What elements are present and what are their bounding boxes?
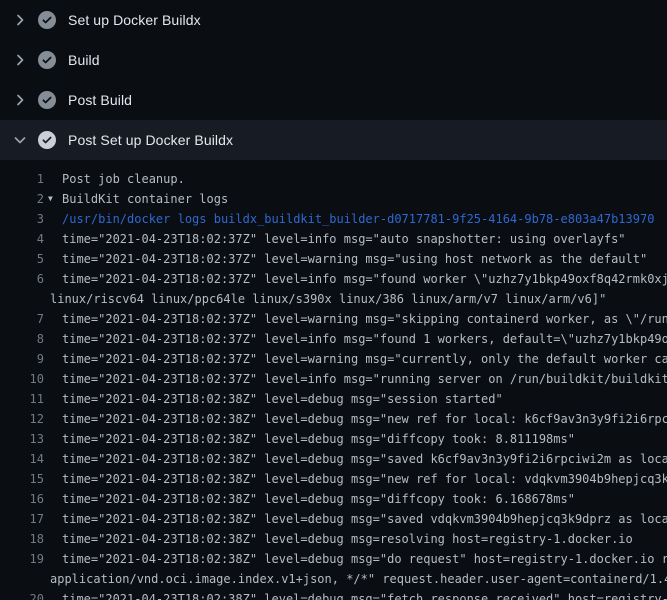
check-circle-icon bbox=[38, 11, 56, 29]
step-label: Post Build bbox=[68, 92, 132, 108]
line-number[interactable]: 12 bbox=[0, 412, 44, 426]
log-row: 4 time="2021-04-23T18:02:37Z" level=info … bbox=[0, 229, 667, 249]
check-circle-icon bbox=[38, 131, 56, 149]
log-row: 8 time="2021-04-23T18:02:37Z" level=info … bbox=[0, 329, 667, 349]
step-label: Post Set up Docker Buildx bbox=[68, 132, 233, 148]
log-text: time="2021-04-23T18:02:37Z" level=warnin… bbox=[62, 312, 667, 326]
step-header-post-build[interactable]: Post Build bbox=[0, 80, 667, 120]
line-number[interactable]: 5 bbox=[0, 252, 44, 266]
log-text: time="2021-04-23T18:02:37Z" level=info m… bbox=[62, 232, 626, 246]
chevron-right-icon bbox=[12, 12, 28, 28]
line-number[interactable]: 7 bbox=[0, 312, 44, 326]
log-group-title[interactable]: BuildKit container logs bbox=[62, 192, 228, 206]
log-row: 10 time="2021-04-23T18:02:37Z" level=info… bbox=[0, 369, 667, 389]
log-text: time="2021-04-23T18:02:38Z" level=debug … bbox=[62, 512, 667, 526]
log-row: 9 time="2021-04-23T18:02:37Z" level=warni… bbox=[0, 349, 667, 369]
collapse-triangle-icon[interactable]: ▼ bbox=[48, 195, 53, 203]
log-row: 7 time="2021-04-23T18:02:37Z" level=warni… bbox=[0, 309, 667, 329]
line-number[interactable]: 4 bbox=[0, 232, 44, 246]
check-circle-icon bbox=[38, 91, 56, 109]
line-number[interactable]: 17 bbox=[0, 512, 44, 526]
log-text: time="2021-04-23T18:02:38Z" level=debug … bbox=[62, 412, 667, 426]
log-row: 13 time="2021-04-23T18:02:38Z" level=debu… bbox=[0, 429, 667, 449]
line-number[interactable]: 15 bbox=[0, 472, 44, 486]
log-text: time="2021-04-23T18:02:38Z" level=debug … bbox=[62, 392, 503, 406]
line-number[interactable]: 8 bbox=[0, 332, 44, 346]
step-label: Set up Docker Buildx bbox=[68, 12, 201, 28]
step-label: Build bbox=[68, 52, 100, 68]
log-row: 15 time="2021-04-23T18:02:38Z" level=debu… bbox=[0, 469, 667, 489]
log-row: 18 time="2021-04-23T18:02:38Z" level=debu… bbox=[0, 529, 667, 549]
line-number[interactable]: 13 bbox=[0, 432, 44, 446]
line-number[interactable]: 18 bbox=[0, 532, 44, 546]
log-text: time="2021-04-23T18:02:38Z" level=debug … bbox=[62, 552, 667, 566]
line-number[interactable]: 10 bbox=[0, 372, 44, 386]
log-row: 2 ▼ BuildKit container logs bbox=[0, 189, 667, 209]
line-number[interactable]: 2 bbox=[0, 192, 44, 206]
log-row: 1 Post job cleanup. bbox=[0, 169, 667, 189]
log-text: Post job cleanup. bbox=[62, 172, 185, 186]
line-number[interactable]: 14 bbox=[0, 452, 44, 466]
log-text: time="2021-04-23T18:02:38Z" level=debug … bbox=[62, 532, 633, 546]
chevron-down-icon bbox=[12, 132, 28, 148]
check-circle-icon bbox=[38, 51, 56, 69]
log-row: linux/riscv64 linux/ppc64le linux/s390x … bbox=[0, 289, 667, 309]
command-text: /usr/bin/docker logs buildx_buildkit_bui… bbox=[62, 212, 654, 226]
log-text: time="2021-04-23T18:02:37Z" level=warnin… bbox=[62, 352, 667, 366]
log-row: application/vnd.oci.image.index.v1+json,… bbox=[0, 569, 667, 589]
steps-list: Set up Docker Buildx Build Post Build Post … bbox=[0, 0, 667, 160]
log-text: time="2021-04-23T18:02:38Z" level=debug … bbox=[62, 492, 575, 506]
log-row: 3/usr/bin/docker logs buildx_buildkit_bu… bbox=[0, 209, 667, 229]
log-row: 17 time="2021-04-23T18:02:38Z" level=debu… bbox=[0, 509, 667, 529]
log-text: time="2021-04-23T18:02:38Z" level=debug … bbox=[62, 452, 667, 466]
log-text: time="2021-04-23T18:02:37Z" level=info m… bbox=[62, 372, 667, 386]
line-number[interactable]: 19 bbox=[0, 552, 44, 566]
log-row: 12 time="2021-04-23T18:02:38Z" level=debu… bbox=[0, 409, 667, 429]
chevron-right-icon bbox=[12, 52, 28, 68]
log-text: time="2021-04-23T18:02:37Z" level=warnin… bbox=[62, 252, 647, 266]
log-row: 6 time="2021-04-23T18:02:37Z" level=info … bbox=[0, 269, 667, 289]
step-header-build[interactable]: Build bbox=[0, 40, 667, 80]
log-text: application/vnd.oci.image.index.v1+json,… bbox=[50, 572, 667, 586]
log-row: 16 time="2021-04-23T18:02:38Z" level=debu… bbox=[0, 489, 667, 509]
log-text: time="2021-04-23T18:02:37Z" level=info m… bbox=[62, 332, 667, 346]
chevron-right-icon bbox=[12, 92, 28, 108]
log-text: time="2021-04-23T18:02:37Z" level=info m… bbox=[62, 272, 667, 286]
step-header-set-up-docker-buildx[interactable]: Set up Docker Buildx bbox=[0, 0, 667, 40]
line-number[interactable]: 20 bbox=[0, 592, 44, 600]
log-text: time="2021-04-23T18:02:38Z" level=debug … bbox=[62, 432, 575, 446]
actions-log-viewer: Set up Docker Buildx Build Post Build Post … bbox=[0, 0, 667, 600]
log-text: linux/riscv64 linux/ppc64le linux/s390x … bbox=[50, 292, 606, 306]
line-number[interactable]: 11 bbox=[0, 392, 44, 406]
log-row: 19 time="2021-04-23T18:02:38Z" level=debu… bbox=[0, 549, 667, 569]
log-viewer: 1 Post job cleanup. 2 ▼ BuildKit container l… bbox=[0, 160, 667, 600]
log-text: time="2021-04-23T18:02:38Z" level=debug … bbox=[62, 592, 667, 600]
step-header-post-set-up-docker-buildx[interactable]: Post Set up Docker Buildx bbox=[0, 120, 667, 160]
line-number[interactable]: 9 bbox=[0, 352, 44, 366]
log-text: time="2021-04-23T18:02:38Z" level=debug … bbox=[62, 472, 667, 486]
line-number[interactable]: 6 bbox=[0, 272, 44, 286]
line-number[interactable]: 3 bbox=[0, 212, 44, 226]
log-row: 20 time="2021-04-23T18:02:38Z" level=debu… bbox=[0, 589, 667, 600]
line-number[interactable]: 1 bbox=[0, 172, 44, 186]
log-row: 14 time="2021-04-23T18:02:38Z" level=debu… bbox=[0, 449, 667, 469]
log-row: 5 time="2021-04-23T18:02:37Z" level=warni… bbox=[0, 249, 667, 269]
line-number[interactable]: 16 bbox=[0, 492, 44, 506]
log-row: 11 time="2021-04-23T18:02:38Z" level=debu… bbox=[0, 389, 667, 409]
